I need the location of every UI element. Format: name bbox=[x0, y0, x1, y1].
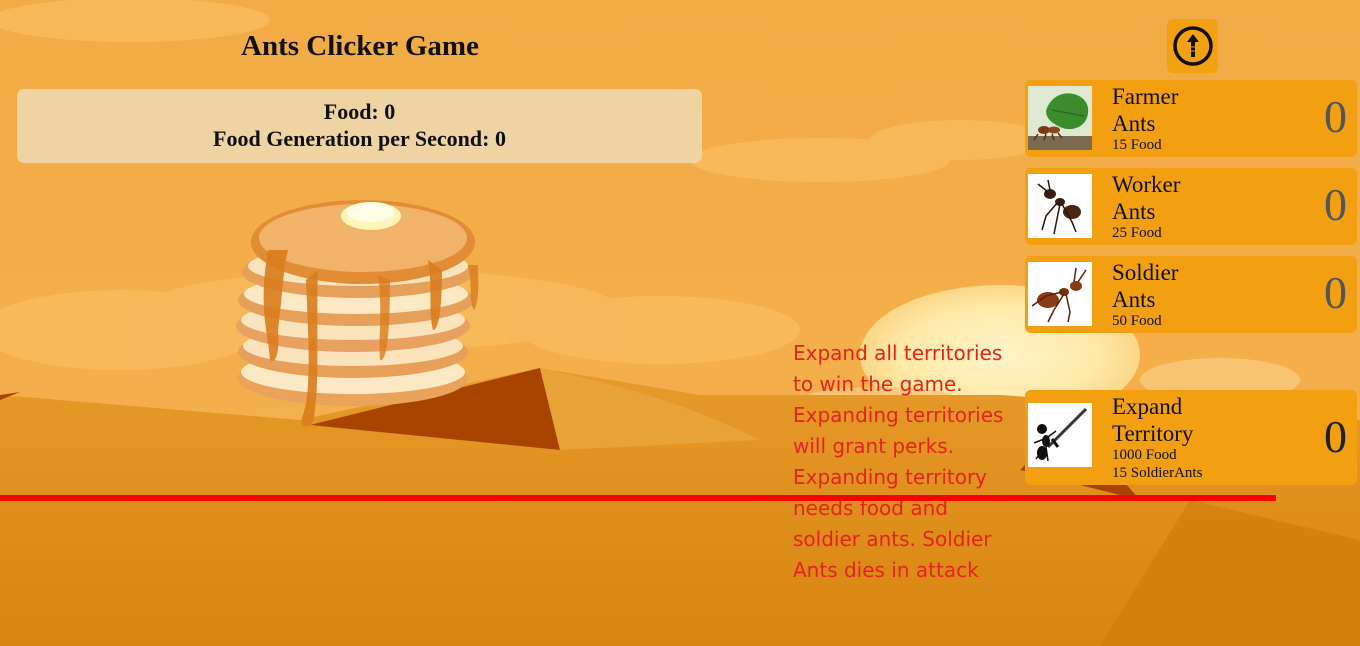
farmer-ants-name: Farmer Ants bbox=[1112, 84, 1179, 136]
divider-line bbox=[0, 495, 1276, 501]
food-counter: Food: 0 bbox=[323, 99, 396, 124]
arrow-up-circle-icon bbox=[1172, 26, 1213, 66]
soldier-ants-count: 0 bbox=[1324, 267, 1347, 318]
worker-ants-cost: 25 Food bbox=[1112, 225, 1162, 241]
buy-soldier-ants-card[interactable]: Soldier Ants 50 Food 0 bbox=[1025, 256, 1357, 333]
soldier-ant-image bbox=[1028, 262, 1092, 326]
warrior-ant-image bbox=[1028, 403, 1092, 467]
expand-territory-card[interactable]: Expand Territory 1000 Food 15 SoldierAnt… bbox=[1025, 390, 1357, 485]
food-generation-rate: Food Generation per Second: 0 bbox=[213, 126, 506, 151]
buy-worker-ants-card[interactable]: Worker Ants 25 Food 0 bbox=[1025, 168, 1357, 245]
stats-panel: Food: 0 Food Generation per Second: 0 bbox=[17, 89, 702, 163]
game-title: Ants Clicker Game bbox=[241, 30, 479, 62]
worker-ants-count: 0 bbox=[1324, 179, 1347, 230]
territory-count: 0 bbox=[1324, 411, 1347, 462]
buy-farmer-ants-card[interactable]: Farmer Ants 15 Food 0 bbox=[1025, 80, 1357, 157]
pancake-click-target[interactable] bbox=[228, 190, 488, 435]
farmer-ant-image bbox=[1028, 86, 1092, 150]
farmer-ants-count: 0 bbox=[1324, 91, 1347, 142]
worker-ant-image bbox=[1028, 174, 1092, 238]
worker-ants-name: Worker Ants bbox=[1112, 172, 1181, 224]
soldier-ants-name: Soldier Ants bbox=[1112, 260, 1179, 312]
farmer-ants-cost: 15 Food bbox=[1112, 137, 1162, 153]
expand-soldier-cost: 15 SoldierAnts bbox=[1112, 465, 1203, 481]
instructions-text: Expand all territories to win the game. … bbox=[793, 341, 1004, 582]
upgrade-button[interactable] bbox=[1167, 19, 1218, 73]
expand-food-cost: 1000 Food bbox=[1112, 447, 1177, 463]
soldier-ants-cost: 50 Food bbox=[1112, 313, 1162, 329]
expand-territory-name: Expand Territory bbox=[1112, 394, 1194, 446]
